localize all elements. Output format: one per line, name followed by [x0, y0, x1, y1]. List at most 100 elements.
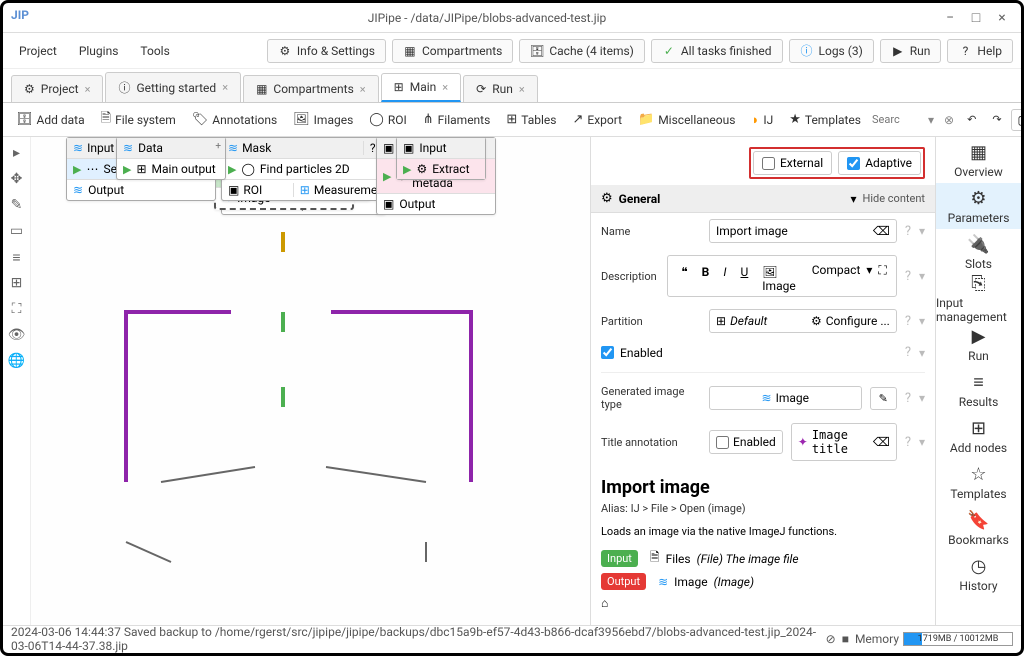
globe-icon[interactable]: 🌐 [9, 353, 25, 369]
side-run[interactable]: ▶Run [936, 321, 1021, 367]
side-slots[interactable]: 🔌Slots [936, 229, 1021, 275]
eye-icon[interactable]: 👁 [9, 327, 25, 343]
node-main-output[interactable]: ≋Data+ ▶⊞Main output [116, 137, 226, 180]
menu-project[interactable]: Project [11, 40, 65, 62]
search-input[interactable] [872, 113, 922, 126]
tab-compartments[interactable]: ▦Compartments× [243, 75, 379, 102]
gentype-field[interactable]: ≋Image [709, 386, 862, 410]
adaptive-checkbox[interactable]: Adaptive [838, 151, 921, 175]
close-button[interactable]: × [991, 7, 1013, 29]
misc-button[interactable]: 📁Miscellaneous [631, 108, 742, 131]
help-icon[interactable]: ? [905, 391, 911, 406]
help-icon[interactable]: ? [905, 345, 911, 360]
rect-icon[interactable]: ▭ [9, 223, 25, 239]
run-button[interactable]: ▶Run [880, 39, 942, 63]
side-parameters[interactable]: ⚙Parameters [936, 183, 1021, 229]
menu-tools[interactable]: Tools [132, 40, 177, 62]
help-icon[interactable]: ? [905, 314, 911, 329]
filaments-button[interactable]: ⋔Filaments [416, 108, 498, 131]
close-icon[interactable]: × [85, 83, 91, 96]
partition-field[interactable]: ⊞Default⚙Configure ... [709, 309, 897, 333]
ij-button[interactable]: ◗IJ [744, 108, 780, 132]
plus-icon[interactable]: + [215, 141, 221, 152]
gear-icon: ⚙ [278, 44, 292, 58]
clear-icon[interactable]: ⊗ [940, 113, 958, 127]
cursor-icon[interactable]: ▸ [9, 145, 25, 161]
titleann-field[interactable]: ✦Image title⌫ [791, 423, 897, 461]
tab-project[interactable]: ⚙Project× [11, 75, 103, 102]
help-icon[interactable]: ? [905, 224, 911, 239]
side-overview[interactable]: ▦Overview [936, 137, 1021, 183]
chevron-down-icon[interactable]: ▾ [924, 113, 938, 127]
compartments-button[interactable]: ▦Compartments [392, 39, 513, 63]
general-section-header[interactable]: ⚙ General ▾ Hide content [591, 185, 935, 213]
side-history[interactable]: ◷History [936, 551, 1021, 597]
workflow-canvas[interactable]: 🗎Filenames ://Paths ▶🏷Add path to annota… [31, 137, 590, 625]
align-icon[interactable]: ≡ [9, 249, 25, 265]
play-icon: ▶ [403, 163, 411, 176]
filesystem-button[interactable]: 🗎File system [94, 105, 183, 135]
quote-icon[interactable]: ❝ [677, 263, 691, 295]
graph-icon: ⊞ [394, 80, 404, 94]
expand-icon[interactable]: ⛶ [878, 263, 886, 295]
help-icon: ? [958, 44, 972, 58]
name-field[interactable]: Import image⌫ [709, 219, 897, 243]
enabled-checkbox[interactable]: Enabled [601, 346, 663, 360]
cache-button[interactable]: 🗄Cache (4 items) [519, 39, 645, 63]
roi-button[interactable]: ◯ROI [362, 108, 413, 131]
clear-icon[interactable]: ⌫ [873, 224, 890, 238]
home-icon[interactable]: ⌂ [601, 596, 608, 610]
node-find-particles[interactable]: ≋Mask?An ▶◯Find particles 2D ▣ROI⊞Measur… [221, 137, 401, 201]
edit-button[interactable]: ✎ [870, 387, 897, 410]
side-results[interactable]: ≡Results [936, 367, 1021, 413]
titleann-enabled[interactable]: Enabled [709, 430, 783, 454]
description-field[interactable]: ❝ B I U 🖼 Image Compact▾ ⛶ [667, 255, 897, 297]
grid-icon[interactable]: ⊞ [9, 275, 25, 291]
close-icon[interactable]: × [519, 83, 525, 96]
help-icon[interactable]: ? [905, 269, 911, 284]
node-extract[interactable]: ▣Input ▶⚙Extract [396, 137, 486, 180]
export-button[interactable]: ↗Export [565, 108, 629, 131]
undo-button[interactable]: ↶ [960, 109, 983, 130]
side-input-mgmt[interactable]: ⎘Input management [936, 275, 1021, 321]
add-data-button[interactable]: 🗄Add data [9, 108, 92, 131]
tab-run[interactable]: ⟳Run× [463, 75, 538, 102]
grid-icon: ▦ [970, 142, 987, 163]
clear-icon[interactable]: ⌫ [873, 435, 890, 449]
fit-icon[interactable]: ⛶ [9, 301, 25, 317]
gear-icon: ⚙ [601, 191, 613, 206]
logs-button[interactable]: ⓘLogs (3) [789, 39, 874, 63]
tab-getting-started[interactable]: ⓘGetting started× [105, 72, 241, 102]
maximize-button[interactable]: □ [965, 7, 987, 29]
external-checkbox[interactable]: External [753, 151, 832, 175]
tabbar: ⚙Project× ⓘGetting started× ▦Compartment… [3, 69, 1021, 103]
tables-button[interactable]: ⊞Tables [499, 108, 563, 131]
help-icon[interactable]: ? [905, 435, 911, 450]
italic-button[interactable]: I [719, 263, 730, 295]
tab-main[interactable]: ⊞Main× [381, 73, 462, 102]
help-button[interactable]: ?Help [947, 39, 1013, 63]
info-settings-button[interactable]: ⚙Info & Settings [267, 39, 386, 63]
templates-button[interactable]: ★Templates [782, 108, 868, 131]
annotations-button[interactable]: 🏷Annotations [185, 108, 284, 131]
close-icon[interactable]: × [222, 81, 228, 94]
menu-plugins[interactable]: Plugins [71, 40, 127, 62]
side-add-nodes[interactable]: ⊞Add nodes [936, 413, 1021, 459]
side-templates[interactable]: ☆Templates [936, 459, 1021, 505]
redo-button[interactable]: ↷ [985, 109, 1008, 130]
minimize-button[interactable]: − [939, 7, 961, 29]
edit-icon[interactable]: ✎ [9, 197, 25, 213]
underline-button[interactable]: U [737, 263, 753, 295]
bookmark-icon: 🔖 [967, 510, 989, 531]
bold-button[interactable]: B [698, 263, 714, 295]
tasks-button[interactable]: ✓All tasks finished [651, 39, 783, 63]
close-icon[interactable]: × [360, 83, 366, 96]
side-bookmarks[interactable]: 🔖Bookmarks [936, 505, 1021, 551]
move-icon[interactable]: ✥ [9, 171, 25, 187]
memory-bar[interactable]: 1719MB / 10012MB [903, 632, 1013, 646]
images-button[interactable]: 🖼Images [286, 108, 360, 131]
zoom-control[interactable]: ▢100%▾ [1011, 109, 1021, 131]
image-button[interactable]: 🖼 Image [758, 263, 799, 295]
chevron-down-icon[interactable]: ▾ [866, 263, 872, 295]
close-icon[interactable]: × [442, 81, 448, 94]
